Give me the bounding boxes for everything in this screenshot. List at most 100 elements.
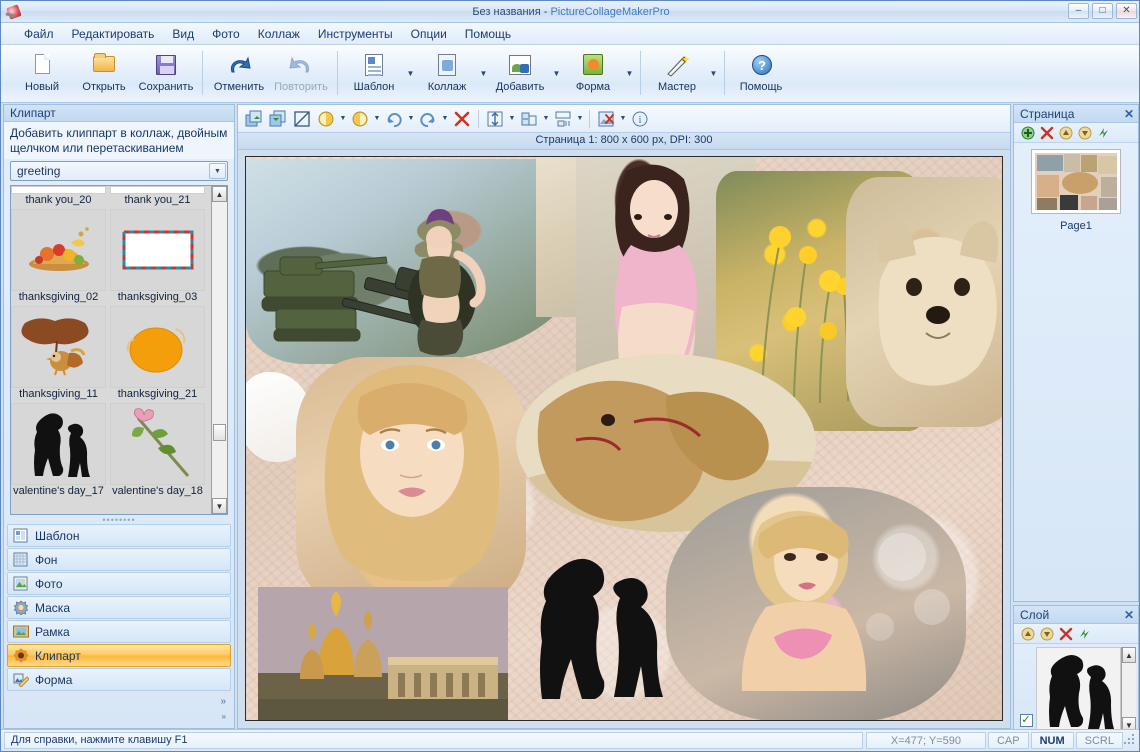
sidebar-item-mask[interactable]: Маска bbox=[7, 596, 231, 619]
move-page-down-button[interactable] bbox=[1077, 125, 1092, 140]
scroll-up-button[interactable]: ▲ bbox=[212, 186, 227, 202]
toolbar-button-open[interactable]: Открыть bbox=[73, 48, 135, 100]
kissing-couple-clipart[interactable] bbox=[516, 547, 691, 720]
blonde-woman-portrait-photo[interactable] bbox=[296, 357, 526, 607]
delete-layer-button[interactable] bbox=[1058, 626, 1073, 641]
add-page-button[interactable] bbox=[1020, 125, 1035, 140]
flip-icon[interactable] bbox=[518, 108, 540, 130]
clipart-item[interactable]: thank you_21 bbox=[110, 194, 205, 291]
menu-item-photo[interactable]: Фото bbox=[203, 25, 249, 43]
toolbar-dropdown-collage[interactable]: ▼ bbox=[478, 48, 489, 98]
clipart-item[interactable]: valentine's day_17 bbox=[11, 485, 106, 500]
layer-up-button[interactable] bbox=[1020, 626, 1035, 641]
canvas-scroll-area[interactable] bbox=[238, 150, 1010, 728]
close-icon[interactable]: ✕ bbox=[1124, 107, 1134, 121]
clipart-item[interactable]: thank you_20 bbox=[11, 194, 106, 291]
rotate-cw-icon[interactable] bbox=[383, 108, 405, 130]
soldier-tank-photo[interactable] bbox=[246, 159, 576, 364]
page-thumbnail[interactable] bbox=[1031, 149, 1121, 214]
align-vertical-icon[interactable] bbox=[484, 108, 506, 130]
menu-item-collage[interactable]: Коллаж bbox=[249, 25, 309, 43]
rotate-right-dropdown[interactable]: ▼ bbox=[372, 108, 382, 130]
delete-icon[interactable] bbox=[451, 108, 473, 130]
clipart-item-thumbnail[interactable] bbox=[11, 209, 106, 291]
clipart-item[interactable]: thanksgiving_03 bbox=[110, 291, 205, 388]
toolbar-button-undo[interactable]: Отменить bbox=[208, 48, 270, 100]
clipart-item[interactable]: thanksgiving_11 bbox=[11, 388, 106, 485]
chevron-down-icon[interactable]: ▼ bbox=[209, 163, 226, 179]
sidebar-item-template[interactable]: Шаблон bbox=[7, 524, 231, 547]
clipart-item[interactable]: thanksgiving_21 bbox=[110, 388, 205, 485]
clipart-item-thumbnail[interactable] bbox=[110, 403, 205, 485]
move-page-up-button[interactable] bbox=[1058, 125, 1073, 140]
church-cathedral-photo[interactable] bbox=[258, 587, 508, 720]
layer-visibility-toggle[interactable]: ✓ bbox=[1016, 647, 1036, 733]
clipart-item-thumbnail[interactable] bbox=[110, 209, 205, 291]
menu-item-help[interactable]: Помощь bbox=[456, 25, 520, 43]
terrier-dog-photo[interactable] bbox=[846, 177, 1002, 427]
toolbar-button-shape[interactable]: Форма bbox=[562, 48, 624, 100]
sidebar-item-frame[interactable]: Рамка bbox=[7, 620, 231, 643]
resize-grip-icon[interactable] bbox=[1124, 733, 1138, 748]
clipart-scrollbar[interactable]: ▲ ▼ bbox=[211, 186, 227, 514]
remove-background-icon[interactable] bbox=[595, 108, 617, 130]
toolbar-button-help[interactable]: ? Помощь bbox=[730, 48, 792, 100]
expand-panel-button[interactable]: » bbox=[220, 696, 226, 707]
expand-panel-button-secondary[interactable]: » bbox=[222, 712, 226, 721]
toolbar-button-redo[interactable]: Повторить bbox=[270, 48, 332, 100]
panel-splitter[interactable]: •••••••• bbox=[4, 515, 234, 525]
clipart-category-select[interactable]: greeting ▼ bbox=[10, 161, 228, 181]
page-list[interactable]: Page1 bbox=[1014, 143, 1138, 601]
close-button[interactable]: ✕ bbox=[1116, 3, 1137, 19]
sidebar-item-shape[interactable]: Форма bbox=[7, 668, 231, 691]
align-dropdown[interactable]: ▼ bbox=[507, 108, 517, 130]
crop-icon[interactable] bbox=[291, 108, 313, 130]
scroll-down-button[interactable]: ▼ bbox=[212, 498, 227, 514]
rotate-ccw-dropdown[interactable]: ▼ bbox=[440, 108, 450, 130]
refresh-layers-button[interactable] bbox=[1077, 626, 1092, 641]
close-icon[interactable]: ✕ bbox=[1124, 608, 1134, 622]
blonde-bikini-photo[interactable] bbox=[666, 487, 966, 720]
layer-down-button[interactable] bbox=[1039, 626, 1054, 641]
toolbar-button-save[interactable]: Сохранить bbox=[135, 48, 197, 100]
bring-to-front-icon[interactable] bbox=[243, 108, 265, 130]
scroll-up-button[interactable]: ▲ bbox=[1122, 647, 1136, 663]
flip-dropdown[interactable]: ▼ bbox=[541, 108, 551, 130]
layer-item[interactable]: ✓ ▲ ▼ bbox=[1014, 647, 1138, 733]
toolbar-button-wizard[interactable]: Мастер bbox=[646, 48, 708, 100]
clipart-item-thumbnail[interactable] bbox=[11, 306, 106, 388]
toolbar-dropdown-shape[interactable]: ▼ bbox=[624, 48, 635, 98]
maximize-button[interactable]: □ bbox=[1092, 3, 1113, 19]
toolbar-button-new[interactable]: Новый bbox=[11, 48, 73, 100]
sidebar-item-background[interactable]: Фон bbox=[7, 548, 231, 571]
refresh-pages-button[interactable] bbox=[1096, 125, 1111, 140]
menu-item-file[interactable]: Файл bbox=[15, 25, 63, 43]
toolbar-button-template[interactable]: Шаблон bbox=[343, 48, 405, 100]
send-to-back-icon[interactable] bbox=[267, 108, 289, 130]
delete-page-button[interactable] bbox=[1039, 125, 1054, 140]
menu-item-options[interactable]: Опции bbox=[402, 25, 456, 43]
menu-item-edit[interactable]: Редактировать bbox=[63, 25, 164, 43]
sidebar-item-clipart[interactable]: Клипарт bbox=[7, 644, 231, 667]
distribute-dropdown[interactable]: ▼ bbox=[575, 108, 585, 130]
rotate-cw-dropdown[interactable]: ▼ bbox=[406, 108, 416, 130]
rotate-left-dropdown[interactable]: ▼ bbox=[338, 108, 348, 130]
layer-thumbnail[interactable] bbox=[1036, 647, 1121, 733]
toolbar-dropdown-template[interactable]: ▼ bbox=[405, 48, 416, 98]
clipart-item-thumbnail[interactable] bbox=[110, 306, 205, 388]
minimize-button[interactable]: – bbox=[1068, 3, 1089, 19]
scrollbar-thumb[interactable] bbox=[213, 424, 226, 441]
checkbox-checked-icon[interactable]: ✓ bbox=[1019, 714, 1033, 727]
clipart-item-thumbnail[interactable] bbox=[11, 403, 106, 485]
distribute-icon[interactable] bbox=[552, 108, 574, 130]
menu-item-view[interactable]: Вид bbox=[163, 25, 203, 43]
rotate-ccw-icon[interactable] bbox=[417, 108, 439, 130]
clipart-item[interactable]: valentine's day_18 bbox=[110, 485, 205, 500]
info-icon[interactable]: i bbox=[629, 108, 651, 130]
menu-item-tools[interactable]: Инструменты bbox=[309, 25, 402, 43]
toolbar-dropdown-wizard[interactable]: ▼ bbox=[708, 48, 719, 98]
toolbar-button-collage[interactable]: Коллаж bbox=[416, 48, 478, 100]
collage-canvas[interactable] bbox=[245, 156, 1003, 721]
toolbar-button-add[interactable]: Добавить bbox=[489, 48, 551, 100]
sidebar-item-photo[interactable]: Фото bbox=[7, 572, 231, 595]
